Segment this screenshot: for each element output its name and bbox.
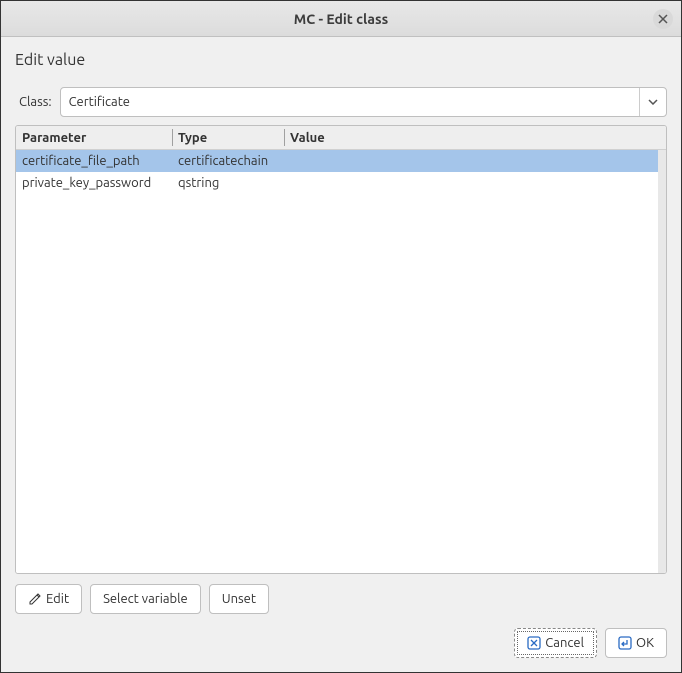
table-row[interactable]: private_key_passwordqstring: [16, 172, 666, 194]
action-buttons: Edit Select variable Unset: [15, 584, 667, 614]
enter-icon: [618, 636, 632, 650]
ok-button-label: OK: [636, 636, 654, 650]
table-body: certificate_file_pathcertificatechainpri…: [16, 150, 666, 573]
parameter-table: Parameter Type Value certificate_file_pa…: [15, 125, 667, 574]
table-header: Parameter Type Value: [16, 126, 666, 150]
close-icon: [658, 14, 668, 24]
cancel-icon: [527, 636, 541, 650]
unset-button[interactable]: Unset: [209, 584, 269, 614]
class-dropdown-value: Certificate: [69, 95, 639, 109]
cancel-button-label: Cancel: [545, 636, 584, 650]
unset-button-label: Unset: [222, 592, 256, 606]
section-heading: Edit value: [1, 37, 681, 79]
table-row[interactable]: certificate_file_pathcertificatechain: [16, 150, 666, 172]
select-variable-label: Select variable: [103, 592, 188, 606]
class-row: Class: Certificate: [15, 87, 667, 117]
inner-panel: Class: Certificate Parameter Type Value …: [15, 79, 667, 614]
class-dropdown[interactable]: Certificate: [60, 87, 667, 117]
dialog-buttons: Cancel OK: [1, 628, 681, 672]
class-label: Class:: [15, 95, 52, 109]
edit-button-label: Edit: [46, 592, 69, 606]
cell-value: [284, 181, 666, 185]
window-title: MC - Edit class: [294, 11, 389, 27]
scrollbar[interactable]: [658, 150, 666, 573]
chevron-down-icon: [639, 88, 658, 116]
edit-button[interactable]: Edit: [15, 584, 82, 614]
cell-type: certificatechain: [172, 152, 284, 170]
ok-button[interactable]: OK: [605, 628, 667, 658]
column-parameter[interactable]: Parameter: [16, 126, 172, 149]
column-value[interactable]: Value: [284, 126, 666, 149]
select-variable-button[interactable]: Select variable: [90, 584, 201, 614]
cell-value: [284, 159, 666, 163]
edit-icon: [28, 592, 42, 606]
dialog-content: Edit value Class: Certificate Parameter …: [1, 37, 681, 672]
cell-type: qstring: [172, 174, 284, 192]
titlebar: MC - Edit class: [1, 1, 681, 37]
cell-parameter: certificate_file_path: [16, 152, 172, 170]
column-type[interactable]: Type: [172, 126, 284, 149]
cancel-button[interactable]: Cancel: [514, 628, 597, 658]
cell-parameter: private_key_password: [16, 174, 172, 192]
close-button[interactable]: [653, 9, 673, 29]
